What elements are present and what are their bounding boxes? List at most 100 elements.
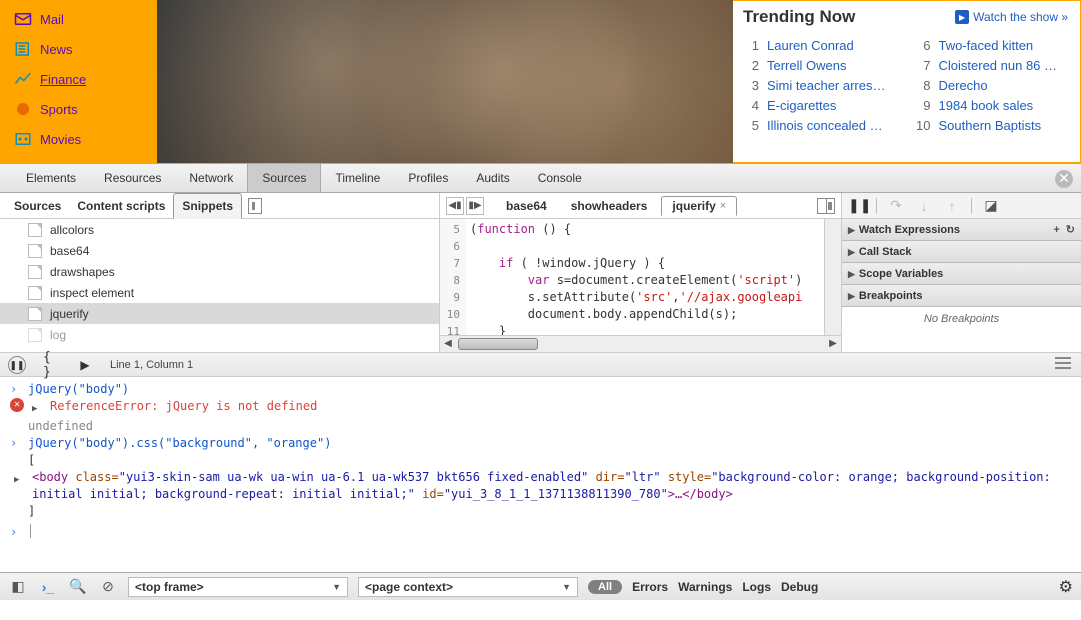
tab-timeline[interactable]: Timeline — [321, 164, 394, 192]
step-over-icon[interactable]: ↷ — [887, 197, 905, 214]
trend-item[interactable]: 8Derecho — [915, 78, 1069, 93]
console-input-echo: jQuery("body") — [28, 381, 1071, 398]
bottom-bar: ◧ ›_ 🔍 ⊘ <top frame>▼ <page context>▼ Al… — [0, 572, 1081, 600]
expand-icon[interactable]: ▶ — [14, 469, 24, 503]
nav-movies[interactable]: Movies — [0, 124, 157, 154]
chevron-down-icon: ▼ — [332, 582, 341, 592]
tab-network[interactable]: Network — [175, 164, 247, 192]
frame-selector[interactable]: <top frame>▼ — [128, 577, 348, 597]
subtab-sources[interactable]: Sources — [6, 194, 69, 218]
horizontal-scrollbar[interactable]: ◀▶ — [440, 335, 841, 352]
tab-resources[interactable]: Resources — [90, 164, 175, 192]
nav-sports-label: Sports — [40, 102, 78, 117]
history-fwd-icon[interactable]: ▮▶ — [466, 197, 484, 215]
console-input[interactable] — [30, 524, 31, 538]
run-snippet-icon[interactable]: ▶ — [76, 356, 94, 374]
array-bracket: [ — [28, 452, 1071, 469]
filetab-showheaders[interactable]: showheaders — [561, 197, 658, 215]
refresh-watch-icon[interactable]: ↻ — [1066, 219, 1075, 241]
deactivate-breakpoints-icon[interactable]: ◪ — [982, 197, 1000, 214]
snippet-item[interactable]: drawshapes — [0, 261, 439, 282]
section-scope[interactable]: ▶Scope Variables — [842, 263, 1081, 285]
snippet-item[interactable]: allcolors — [0, 219, 439, 240]
filter-logs[interactable]: Logs — [742, 580, 771, 594]
section-callstack[interactable]: ▶Call Stack — [842, 241, 1081, 263]
tab-sources[interactable]: Sources — [247, 164, 321, 192]
step-out-icon[interactable]: ↑ — [943, 198, 961, 214]
nav-mail-label: Mail — [40, 12, 64, 27]
sources-panel: Sources Content scripts Snippets allcolo… — [0, 193, 1081, 353]
nav-mail[interactable]: Mail — [0, 4, 157, 34]
trend-item[interactable]: 1Lauren Conrad — [743, 38, 897, 53]
filetab-base64[interactable]: base64 — [496, 197, 557, 215]
trend-item[interactable]: 91984 book sales — [915, 98, 1069, 113]
pretty-print-icon[interactable]: { } — [42, 356, 60, 374]
prompt-icon: › — [10, 381, 20, 398]
dock-side-icon[interactable]: ◧ — [8, 577, 28, 597]
filter-all[interactable]: All — [588, 580, 622, 594]
snippets-list: allcolors base64 drawshapes inspect elem… — [0, 219, 439, 352]
nav-news[interactable]: News — [0, 34, 157, 64]
trend-item[interactable]: 10Southern Baptists — [915, 118, 1069, 133]
file-icon — [28, 244, 42, 258]
show-console-icon[interactable]: ›_ — [38, 577, 58, 597]
section-breakpoints[interactable]: ▶Breakpoints — [842, 285, 1081, 307]
add-watch-icon[interactable]: + — [1053, 219, 1059, 241]
debugger-pane: ❚❚ ↷ ↓ ↑ ◪ ▶Watch Expressions+↻ ▶Call St… — [842, 193, 1081, 352]
left-pane-toggle-icon[interactable] — [248, 198, 262, 214]
filter-debug[interactable]: Debug — [781, 580, 818, 594]
file-icon — [28, 328, 42, 342]
snippet-item[interactable]: base64 — [0, 240, 439, 261]
site-nav: Mail News Finance Sports Movies — [0, 0, 157, 163]
filter-errors[interactable]: Errors — [632, 580, 668, 594]
trend-item[interactable]: 6Two-faced kitten — [915, 38, 1069, 53]
pause-on-exception-icon[interactable]: ❚❚ — [8, 356, 26, 374]
section-watch[interactable]: ▶Watch Expressions+↻ — [842, 219, 1081, 241]
tab-console[interactable]: Console — [524, 164, 596, 192]
snippet-item[interactable]: log — [0, 324, 439, 345]
nav-finance-label: Finance — [40, 72, 86, 87]
search-icon[interactable]: 🔍 — [68, 577, 88, 597]
error-message: ReferenceError: jQuery is not defined — [50, 398, 1071, 418]
expand-icon[interactable]: ▶ — [32, 398, 42, 418]
snippet-item[interactable]: jquerify — [0, 303, 439, 324]
context-selector[interactable]: <page context>▼ — [358, 577, 578, 597]
code-content[interactable]: (function () { if ( !window.jQuery ) { v… — [466, 219, 841, 335]
trend-item[interactable]: 7Cloistered nun 86 … — [915, 58, 1069, 73]
clear-console-icon[interactable]: ⊘ — [98, 577, 118, 597]
trending-panel: Trending Now ▶Watch the show » 1Lauren C… — [733, 0, 1081, 163]
drawer-menu-icon[interactable] — [1055, 357, 1071, 369]
settings-icon[interactable]: ⚙ — [1059, 577, 1073, 597]
nav-sports[interactable]: Sports — [0, 94, 157, 124]
tab-audits[interactable]: Audits — [462, 164, 523, 192]
close-tab-icon[interactable]: × — [720, 200, 726, 212]
right-pane-toggle-icon[interactable] — [817, 198, 835, 214]
trend-item[interactable]: 3Simi teacher arres… — [743, 78, 897, 93]
subtab-content-scripts[interactable]: Content scripts — [69, 194, 173, 218]
watch-show-link[interactable]: ▶Watch the show » — [955, 10, 1068, 24]
history-back-icon[interactable]: ◀▮ — [446, 197, 464, 215]
filter-warnings[interactable]: Warnings — [678, 580, 732, 594]
code-editor[interactable]: 56789101112 (function () { if ( !window.… — [440, 219, 841, 335]
trend-item[interactable]: 5Illinois concealed … — [743, 118, 897, 133]
trend-item[interactable]: 4E-cigarettes — [743, 98, 897, 113]
snippet-item[interactable]: inspect element — [0, 282, 439, 303]
file-icon — [28, 265, 42, 279]
nav-finance[interactable]: Finance — [0, 64, 157, 94]
pause-icon[interactable]: ❚❚ — [848, 197, 866, 214]
nav-movies-label: Movies — [40, 132, 81, 147]
file-icon — [28, 307, 42, 321]
dom-element[interactable]: <body class="yui3-skin-sam ua-wk ua-win … — [32, 469, 1071, 503]
subtab-snippets[interactable]: Snippets — [173, 193, 242, 219]
trend-item[interactable]: 2Terrell Owens — [743, 58, 897, 73]
play-icon: ▶ — [955, 10, 969, 24]
vertical-scrollbar[interactable] — [824, 219, 841, 335]
step-into-icon[interactable]: ↓ — [915, 198, 933, 214]
webpage-area: Mail News Finance Sports Movies Trending… — [0, 0, 1081, 163]
close-devtools-icon[interactable]: ✕ — [1055, 170, 1073, 188]
console-output[interactable]: ›jQuery("body") ✕▶ReferenceError: jQuery… — [0, 377, 1081, 572]
filetab-jquerify[interactable]: jquerify× — [661, 196, 737, 216]
tab-profiles[interactable]: Profiles — [394, 164, 462, 192]
hero-image[interactable] — [157, 0, 733, 163]
tab-elements[interactable]: Elements — [12, 164, 90, 192]
